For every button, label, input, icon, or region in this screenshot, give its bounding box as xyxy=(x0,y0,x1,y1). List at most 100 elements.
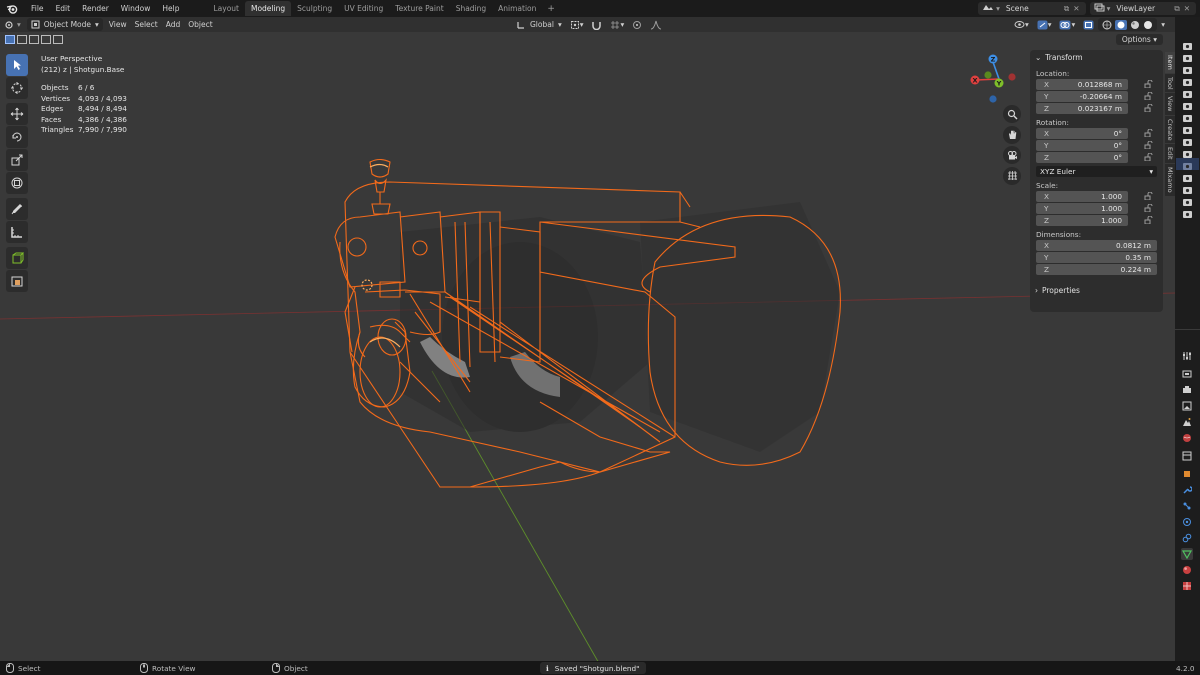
wireframe-shading-icon[interactable] xyxy=(1102,20,1112,30)
3d-viewport[interactable]: Options ▾ User Perspective (212) z | Sho… xyxy=(0,32,1175,661)
tab-texture-paint[interactable]: Texture Paint xyxy=(389,1,449,16)
falloff-button[interactable] xyxy=(646,18,666,31)
scene-selector[interactable]: ▾ Scene ⧉ ✕ xyxy=(978,2,1086,15)
move-tool-button[interactable] xyxy=(6,103,28,125)
select-subtract-icon[interactable] xyxy=(29,35,39,44)
menu-render[interactable]: Render xyxy=(76,0,115,17)
shading-options-button[interactable]: ▾ xyxy=(1157,18,1169,31)
overlays-toggle[interactable]: ▾ xyxy=(1055,18,1079,31)
constraints-tab[interactable] xyxy=(1181,532,1193,544)
close-icon[interactable]: ✕ xyxy=(1182,4,1192,13)
lock-icon[interactable] xyxy=(1144,215,1153,226)
physics-tab[interactable] xyxy=(1181,516,1193,528)
lock-icon[interactable] xyxy=(1144,203,1153,214)
tab-uv-editing[interactable]: UV Editing xyxy=(338,1,389,16)
close-icon[interactable]: ✕ xyxy=(1071,4,1081,13)
particles-tab[interactable] xyxy=(1181,500,1193,512)
tab-mixamo[interactable]: Mixamo xyxy=(1165,164,1175,196)
world-tab[interactable] xyxy=(1181,432,1193,444)
tab-view[interactable]: View xyxy=(1165,93,1175,115)
object-tab[interactable] xyxy=(1181,468,1193,480)
material-tab[interactable] xyxy=(1181,564,1193,576)
lock-icon[interactable] xyxy=(1144,79,1153,90)
menu-view[interactable]: View xyxy=(105,18,131,31)
rotation-y-field[interactable]: Y 0° xyxy=(1036,140,1153,151)
lock-icon[interactable] xyxy=(1144,91,1153,102)
snap-toggle[interactable] xyxy=(587,18,606,31)
scale-z-field[interactable]: Z 1.000 xyxy=(1036,215,1153,226)
menu-file[interactable]: File xyxy=(25,0,50,17)
menu-help[interactable]: Help xyxy=(156,0,185,17)
rotation-z-field[interactable]: Z 0° xyxy=(1036,152,1153,163)
modifiers-tab[interactable] xyxy=(1181,484,1193,496)
lock-icon[interactable] xyxy=(1144,152,1153,163)
copy-icon[interactable]: ⧉ xyxy=(1172,4,1181,14)
tab-shading[interactable]: Shading xyxy=(450,1,492,16)
tab-edit[interactable]: Edit xyxy=(1165,144,1175,164)
view-layer-tab[interactable] xyxy=(1181,400,1193,412)
menu-window[interactable]: Window xyxy=(115,0,157,17)
tool-settings-tab[interactable] xyxy=(1181,350,1193,362)
tab-animation[interactable]: Animation xyxy=(492,1,542,16)
data-tab[interactable] xyxy=(1181,548,1193,560)
annotate-tool-button[interactable] xyxy=(6,198,28,220)
select-intersect-icon[interactable] xyxy=(53,35,63,44)
camera-view-button[interactable] xyxy=(1003,146,1021,164)
scene-canvas[interactable] xyxy=(0,32,1175,661)
tab-sculpting[interactable]: Sculpting xyxy=(291,1,338,16)
scale-x-field[interactable]: X 1.000 xyxy=(1036,191,1153,202)
output-tab[interactable] xyxy=(1181,384,1193,396)
rendered-shading-icon[interactable] xyxy=(1143,20,1153,30)
pivot-point-button[interactable]: ▾ xyxy=(566,18,588,31)
menu-select[interactable]: Select xyxy=(131,18,162,31)
rotation-x-field[interactable]: X 0° xyxy=(1036,128,1153,139)
add-cube-tool-button[interactable] xyxy=(6,247,28,269)
dimension-x-field[interactable]: X 0.0812 m xyxy=(1036,240,1157,251)
transform-tool-button[interactable] xyxy=(6,172,28,194)
properties-header[interactable]: › Properties xyxy=(1030,283,1163,298)
gizmo-toggle[interactable]: ▾ xyxy=(1033,18,1056,31)
scene-name[interactable]: Scene xyxy=(1002,4,1062,13)
snap-target-button[interactable]: ▾ xyxy=(606,18,628,31)
collection-tab[interactable] xyxy=(1181,450,1193,462)
scene-tab[interactable] xyxy=(1181,416,1193,428)
material-shading-icon[interactable] xyxy=(1130,20,1140,30)
select-invert-icon[interactable] xyxy=(41,35,51,44)
extra-tool-button[interactable] xyxy=(6,270,28,292)
lock-icon[interactable] xyxy=(1144,140,1153,151)
add-workspace-button[interactable]: + xyxy=(542,4,560,14)
menu-object[interactable]: Object xyxy=(184,18,216,31)
location-z-field[interactable]: Z 0.023167 m xyxy=(1036,103,1153,114)
tab-item[interactable]: Item xyxy=(1165,52,1175,73)
proportional-edit-toggle[interactable] xyxy=(628,18,646,31)
mode-dropdown[interactable]: Object Mode ▾ xyxy=(26,18,103,31)
tab-tool[interactable]: Tool xyxy=(1165,73,1175,93)
scale-tool-button[interactable] xyxy=(6,149,28,171)
lock-icon[interactable] xyxy=(1144,103,1153,114)
menu-add[interactable]: Add xyxy=(162,18,185,31)
render-visibility-column[interactable] xyxy=(1175,32,1200,232)
scale-y-field[interactable]: Y 1.000 xyxy=(1036,203,1153,214)
cursor-tool-button[interactable] xyxy=(6,77,28,99)
view-layer-selector[interactable]: ▾ ViewLayer ⧉ ✕ xyxy=(1089,2,1196,15)
tab-modeling[interactable]: Modeling xyxy=(244,1,292,16)
copy-icon[interactable]: ⧉ xyxy=(1062,4,1071,14)
location-x-field[interactable]: X 0.012868 m xyxy=(1036,79,1153,90)
orientation-dropdown[interactable]: Global ▾ xyxy=(512,18,566,31)
location-y-field[interactable]: Y -0.20664 m xyxy=(1036,91,1153,102)
editor-type-button[interactable]: ▾ xyxy=(0,18,25,31)
lock-icon[interactable] xyxy=(1144,128,1153,139)
lock-icon[interactable] xyxy=(1144,191,1153,202)
measure-tool-button[interactable] xyxy=(6,221,28,243)
texture-tab[interactable] xyxy=(1181,580,1193,592)
blender-logo-icon[interactable] xyxy=(5,2,19,16)
pan-button[interactable] xyxy=(1003,125,1021,144)
select-new-icon[interactable] xyxy=(5,35,15,44)
options-dropdown[interactable]: Options ▾ xyxy=(1115,34,1163,45)
navigation-gizmo[interactable]: Z X Y xyxy=(963,52,1033,112)
select-tool-button[interactable] xyxy=(6,54,28,76)
dimension-y-field[interactable]: Y 0.35 m xyxy=(1036,252,1157,263)
tab-create[interactable]: Create xyxy=(1165,115,1175,144)
dimension-z-field[interactable]: Z 0.224 m xyxy=(1036,264,1157,275)
rotate-tool-button[interactable] xyxy=(6,126,28,148)
